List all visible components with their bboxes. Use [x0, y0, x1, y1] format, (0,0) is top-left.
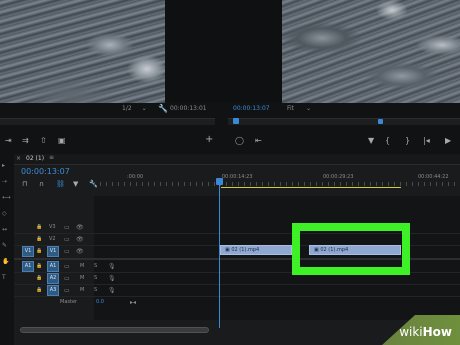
mark-out-bracket-icon[interactable]: }: [405, 136, 410, 146]
linked-selection-icon[interactable]: ⛓: [56, 179, 65, 189]
mark-in-icon[interactable]: ◯: [235, 136, 244, 146]
mark-in-bracket-icon[interactable]: {: [385, 136, 390, 146]
solo-button[interactable]: S: [94, 261, 97, 272]
program-playhead-marker[interactable]: [233, 118, 239, 124]
program-fit-value: Fit: [287, 105, 295, 112]
insert-sequence-icon[interactable]: ⊓: [22, 179, 27, 189]
track-row-a3: 🔒 A3 ▭ M S 🎙: [14, 285, 460, 296]
lock-icon[interactable]: 🔒: [36, 261, 42, 272]
ruler-tick-1: 00:00:14:23: [222, 174, 253, 180]
microphone-icon[interactable]: 🎙: [108, 273, 116, 284]
panel-menu-icon[interactable]: ≡: [49, 154, 54, 161]
lock-icon[interactable]: 🔒: [36, 246, 42, 257]
lock-icon[interactable]: 🔒: [36, 234, 42, 245]
source-resolution-select[interactable]: 1/2 ⌄: [122, 103, 147, 115]
pen-tool-icon[interactable]: ✎: [2, 242, 7, 249]
ruler-tick-2: 00:00:29:23: [323, 174, 354, 180]
mute-button[interactable]: M: [80, 285, 84, 296]
snap-icon[interactable]: ∩: [39, 179, 44, 189]
program-monitor-video: [282, 0, 460, 103]
overwrite-icon[interactable]: ⇉: [22, 136, 29, 146]
monitor-gap: [165, 0, 282, 103]
timeline-tab[interactable]: 02 (1): [26, 155, 44, 162]
watermark-prefix: wiki: [399, 325, 423, 339]
timeline-horizontal-scrollbar[interactable]: [20, 327, 209, 333]
microphone-icon[interactable]: 🎙: [108, 261, 116, 272]
clip-name: 02 (1).mp4: [231, 247, 260, 253]
source-timecode: 00:00:13:01: [170, 105, 207, 112]
timeline-tab-bar: × 02 (1) ≡: [14, 154, 460, 165]
work-area-bar[interactable]: [221, 187, 401, 188]
track-select-tool-icon[interactable]: ⇢: [2, 178, 7, 185]
add-button-icon[interactable]: +: [205, 135, 213, 145]
track-label-v3[interactable]: V3: [49, 222, 56, 233]
source-patch-v1[interactable]: V1: [22, 246, 34, 257]
ruler-tick-3: 00:00:44:22: [418, 174, 449, 180]
source-resolution-value: 1/2: [122, 105, 132, 112]
go-to-in-icon[interactable]: ⇤: [255, 136, 262, 146]
solo-button[interactable]: S: [94, 285, 97, 296]
track-label-v1[interactable]: V1: [47, 246, 59, 257]
razor-tool-icon[interactable]: ◇: [2, 210, 7, 217]
close-icon[interactable]: ×: [16, 155, 21, 162]
program-fit-select[interactable]: Fit ⌄: [287, 103, 311, 115]
highlight-box: [292, 223, 410, 275]
mute-button[interactable]: M: [80, 273, 84, 284]
lock-icon[interactable]: 🔒: [36, 285, 42, 296]
solo-button[interactable]: S: [94, 273, 97, 284]
ruler-ticks: [94, 182, 460, 186]
track-label-a3[interactable]: A3: [47, 285, 59, 296]
go-to-end-icon[interactable]: ▸◂: [130, 297, 136, 308]
type-tool-icon[interactable]: T: [2, 274, 6, 281]
program-scrub-bar[interactable]: [228, 118, 460, 125]
export-frame-icon[interactable]: ▣: [58, 136, 66, 146]
chevron-down-icon: ⌄: [305, 105, 311, 112]
source-patch-a1[interactable]: A1: [22, 261, 34, 272]
add-marker-icon[interactable]: ▼: [73, 179, 78, 189]
eye-icon[interactable]: 👁: [76, 222, 84, 233]
tools-panel: ▸ ⇢ ⟷ ◇ ↔ ✎ ✋ T: [0, 160, 14, 290]
program-out-marker[interactable]: [378, 119, 383, 124]
lift-icon[interactable]: ⇧: [40, 136, 47, 146]
sync-lock-icon[interactable]: ▭: [64, 222, 70, 233]
master-value[interactable]: 0.0: [96, 297, 104, 308]
chevron-down-icon: ⌄: [141, 105, 147, 112]
microphone-icon[interactable]: 🎙: [108, 285, 116, 296]
lock-icon[interactable]: 🔒: [36, 222, 42, 233]
step-back-icon[interactable]: |◂: [423, 136, 430, 146]
timeline-playhead-timecode[interactable]: 00:00:13:07: [21, 167, 70, 176]
sync-lock-icon[interactable]: ▭: [64, 246, 70, 257]
slip-tool-icon[interactable]: ↔: [2, 226, 7, 233]
ripple-edit-tool-icon[interactable]: ⟷: [2, 194, 11, 201]
source-monitor-video: [0, 0, 165, 103]
sync-lock-icon[interactable]: ▭: [64, 273, 70, 284]
track-label-v2[interactable]: V2: [49, 234, 56, 245]
program-timecode: 00:00:13:07: [233, 105, 270, 112]
eye-icon[interactable]: 👁: [76, 234, 84, 245]
play-icon[interactable]: ▶: [445, 136, 451, 146]
track-label-a2[interactable]: A2: [47, 273, 59, 284]
sync-lock-icon[interactable]: ▭: [64, 285, 70, 296]
watermark-logo: wikiHow: [399, 325, 452, 339]
selection-tool-icon[interactable]: ▸: [2, 162, 5, 169]
watermark-suffix: How: [422, 325, 452, 339]
playhead-handle[interactable]: [216, 178, 223, 185]
marker-icon[interactable]: ▼: [368, 136, 374, 146]
ruler-tick-0: :00:00: [127, 174, 144, 180]
video-clip-1[interactable]: ▣ 02 (1).mp4: [220, 245, 292, 255]
lock-icon[interactable]: 🔒: [36, 273, 42, 284]
eye-icon[interactable]: 👁: [76, 246, 84, 257]
track-label-a1[interactable]: A1: [47, 261, 59, 272]
master-label: Master: [60, 299, 78, 305]
wrench-icon[interactable]: 🔧: [158, 104, 168, 114]
mute-button[interactable]: M: [80, 261, 84, 272]
track-row-master: Master 0.0 ▸◂: [14, 297, 460, 308]
source-scrub-bar[interactable]: [0, 118, 215, 125]
insert-icon[interactable]: ⇥: [5, 136, 12, 146]
playhead-line[interactable]: [219, 178, 220, 328]
hand-tool-icon[interactable]: ✋: [2, 258, 9, 265]
sync-lock-icon[interactable]: ▭: [64, 234, 70, 245]
sync-lock-icon[interactable]: ▭: [64, 261, 70, 272]
